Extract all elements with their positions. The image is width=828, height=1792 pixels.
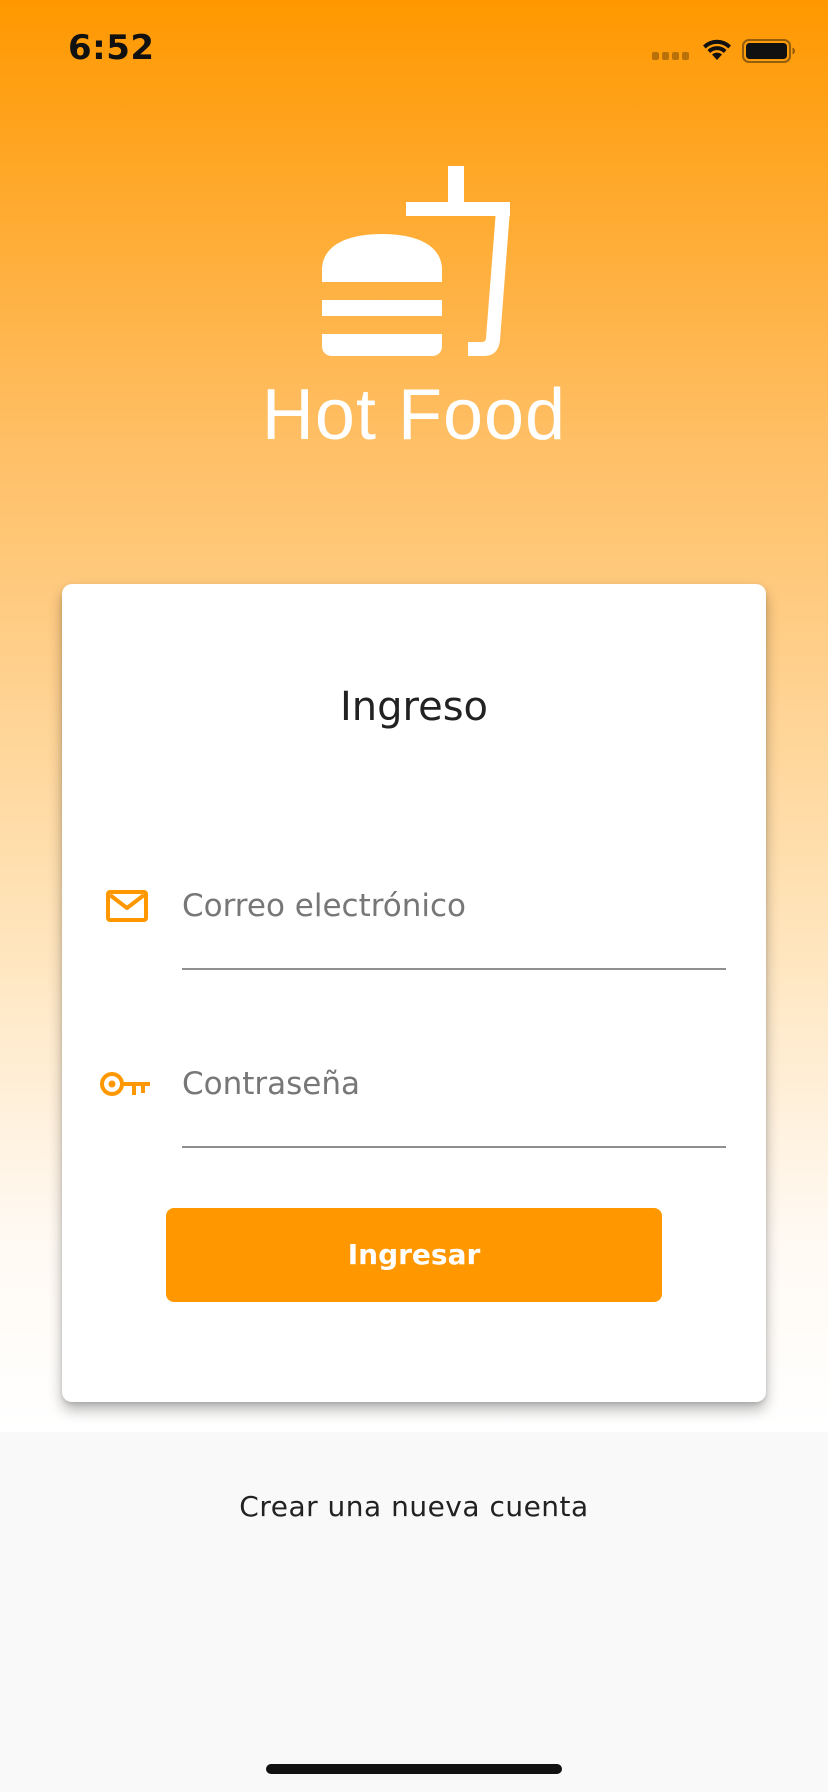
password-field — [62, 1054, 766, 1172]
password-underline — [182, 1146, 726, 1148]
login-card: Ingreso Ingresar — [62, 584, 766, 1402]
login-button[interactable]: Ingresar — [166, 1208, 662, 1302]
status-time: 6:52 — [68, 28, 155, 68]
password-input[interactable] — [182, 1054, 726, 1114]
cellular-signal-icon — [652, 52, 692, 62]
mail-icon — [106, 890, 148, 922]
create-account-link[interactable]: Crear una nueva cuenta — [0, 1490, 828, 1523]
wifi-icon — [703, 39, 731, 60]
home-indicator[interactable] — [266, 1764, 562, 1774]
battery-icon — [742, 39, 795, 63]
status-bar: 6:52 — [0, 0, 828, 100]
email-input[interactable] — [182, 876, 726, 936]
email-underline — [182, 968, 726, 970]
card-title: Ingreso — [339, 684, 489, 730]
key-icon — [100, 1072, 150, 1096]
email-field — [62, 876, 766, 994]
app-name: Hot Food — [261, 375, 567, 455]
login-screen: 6:52 Hot Food Ingreso Correo electrónico… — [0, 0, 828, 1792]
burger-drink-icon — [322, 166, 510, 356]
